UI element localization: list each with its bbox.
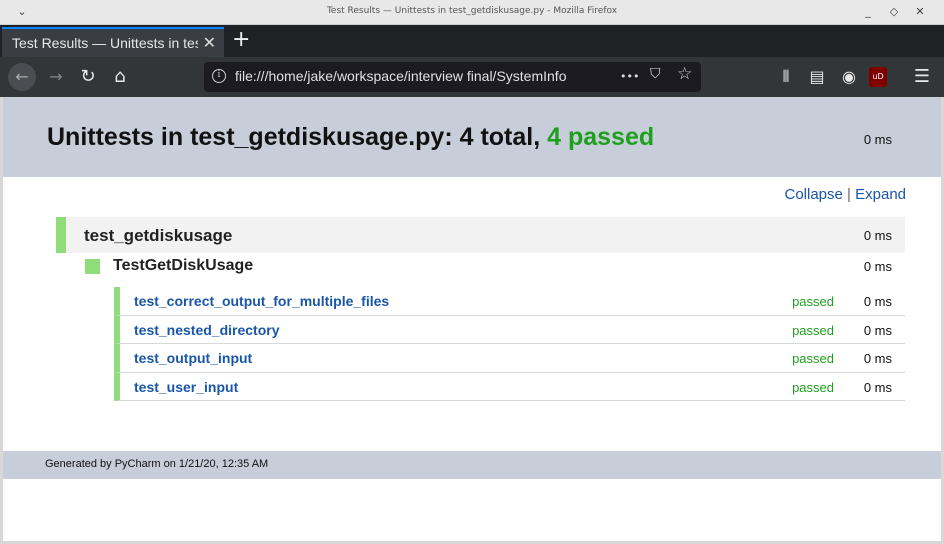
url-bar[interactable]: i file:///home/jake/workspace/interview … (204, 62, 701, 92)
pocket-icon[interactable]: ⛉ (650, 66, 661, 82)
page-content: Unittests in test_getdiskusage.py: 4 tot… (3, 97, 941, 541)
collapse-link[interactable]: Collapse (785, 186, 843, 203)
page-actions-icon[interactable]: ••• (620, 70, 639, 83)
test-duration: 0 ms (863, 322, 892, 338)
suite-name: test_getdiskusage (84, 226, 233, 245)
tab-test-results[interactable]: Test Results — Unittests in test_getdisk… (2, 27, 224, 57)
expand-collapse-links: Collapse | Expand (785, 186, 907, 203)
tab-strip: Test Results — Unittests in test_getdisk… (0, 25, 944, 57)
class-status-marker (85, 259, 100, 274)
test-duration: 0 ms (863, 294, 892, 309)
test-row: test_user_input passed 0 ms (114, 372, 905, 401)
window-title: Test Results — Unittests in test_getdisk… (326, 6, 618, 16)
url-text[interactable]: file:///home/jake/workspace/interview fi… (235, 68, 590, 84)
class-duration: 0 ms (863, 259, 892, 274)
close-window-icon[interactable]: ✕ (912, 4, 928, 20)
account-icon[interactable]: ◉ (837, 65, 861, 89)
test-status: passed (792, 351, 834, 366)
total-duration: 0 ms (863, 132, 892, 147)
back-icon[interactable]: ← (8, 63, 36, 91)
report-title-passed: 4 passed (547, 123, 655, 151)
library-icon[interactable]: ⫴ (774, 65, 798, 89)
test-status: passed (792, 294, 834, 309)
test-row: test_output_input passed 0 ms (114, 344, 905, 373)
restore-icon[interactable]: ◇ (886, 4, 902, 20)
report-footer: Generated by PyCharm on 1/21/20, 12:35 A… (3, 451, 941, 479)
test-row: test_correct_output_for_multiple_files p… (114, 287, 905, 316)
home-icon[interactable]: ⌂ (108, 65, 132, 89)
class-row[interactable]: TestGetDiskUsage 0 ms (85, 255, 905, 279)
forward-icon[interactable]: → (44, 65, 68, 89)
expand-link[interactable]: Expand (855, 186, 906, 203)
footer-text: Generated by PyCharm on 1/21/20, 12:35 A… (45, 458, 269, 470)
reload-icon[interactable]: ↻ (76, 65, 100, 89)
report-title: Unittests in test_getdiskusage.py: 4 tot… (47, 123, 654, 152)
test-name-link[interactable]: test_correct_output_for_multiple_files (134, 293, 389, 309)
sidebar-icon[interactable]: ▤ (805, 65, 829, 89)
test-duration: 0 ms (863, 351, 892, 366)
suite-row[interactable]: test_getdiskusage 0 ms (56, 217, 905, 253)
tab-label: Test Results — Unittests in test_getdisk… (12, 35, 198, 51)
suite-duration: 0 ms (863, 228, 892, 243)
minimize-icon[interactable]: _ (860, 4, 876, 20)
link-separator: | (847, 186, 851, 203)
test-name-link[interactable]: test_user_input (134, 379, 238, 395)
test-duration: 0 ms (863, 379, 892, 395)
test-row: test_nested_directory passed 0 ms (114, 315, 905, 344)
test-name-link[interactable]: test_output_input (134, 350, 252, 366)
ublock-icon[interactable]: uD (869, 67, 887, 87)
bookmark-star-icon[interactable]: ☆ (677, 64, 692, 84)
test-status: passed (792, 379, 834, 395)
report-title-prefix: Unittests in test_getdiskusage.py: 4 tot… (47, 123, 541, 151)
new-tab-icon[interactable]: + (232, 27, 250, 53)
close-tab-icon[interactable]: ✕ (203, 33, 216, 52)
app-menu-icon[interactable]: ☰ (910, 65, 934, 89)
class-name: TestGetDiskUsage (113, 257, 254, 274)
summary-header: Unittests in test_getdiskusage.py: 4 tot… (3, 97, 941, 177)
test-status: passed (792, 322, 834, 338)
nav-toolbar: ← → ↻ ⌂ i file:///home/jake/workspace/in… (0, 57, 944, 97)
test-name-link[interactable]: test_nested_directory (134, 322, 280, 338)
site-info-icon[interactable]: i (212, 69, 226, 83)
test-list: test_correct_output_for_multiple_files p… (114, 287, 905, 401)
window-titlebar: ⌄ Test Results — Unittests in test_getdi… (0, 0, 944, 25)
